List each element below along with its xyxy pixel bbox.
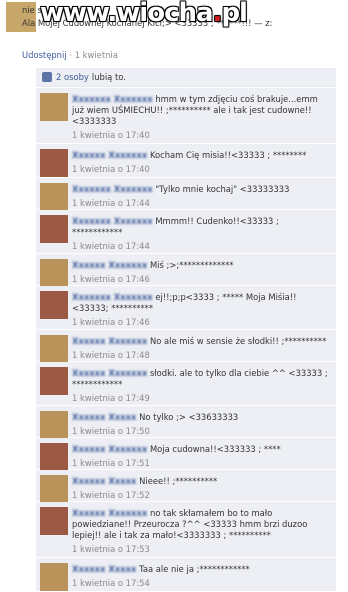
commenter-avatar[interactable] [40,475,68,503]
commenter-avatar[interactable] [40,259,68,287]
comment-item: Xxxxxx Xxxxxxx słodki. ale to tylko dla … [36,362,336,406]
comment-item: Xxxxxx Xxxxx Taa ale nie ja ;***********… [36,558,336,592]
comment-author[interactable]: Xxxxxx Xxxxxxx [72,260,147,270]
likes-suffix: lubią to. [91,72,126,82]
comment-author[interactable]: Xxxxxx Xxxxxxx [72,150,147,160]
comment-time[interactable]: 1 kwietnia o 17:44 [72,241,330,252]
comment-body: Xxxxxx Xxxxxxx słodki. ale to tylko dla … [72,368,330,404]
likes-count-link[interactable]: 2 osoby [56,72,89,82]
commenter-avatar[interactable] [40,335,68,363]
comment-body: Xxxxxx Xxxxxxx Kocham Cię misia!!<33333 … [72,150,330,175]
comment-text: No tylko ;> <33633333 [139,412,239,422]
comment-time[interactable]: 1 kwietnia o 17:51 [72,458,330,469]
commenter-avatar[interactable] [40,507,68,535]
thumbs-up-icon [42,72,52,82]
commenter-avatar[interactable] [40,563,68,591]
comment-body: Xxxxxx Xxxxxxx Moja cudowna!!<333333 ; *… [72,444,330,469]
comment-text: Taa ale nie ja ;************ [139,564,250,574]
comment-text: Nieee!! ;********** [139,476,218,486]
comment-author[interactable]: Xxxxxxx Xxxxxxx [72,292,153,302]
comment-author[interactable]: Xxxxxxx Xxxxxxx [72,216,153,226]
comment-body: Xxxxxxx Xxxxxxx ej!!;p;p<3333 ; ***** Mo… [72,292,330,328]
commenter-avatar[interactable] [40,183,68,211]
comment-time[interactable]: 1 kwietnia o 17:50 [72,426,330,437]
comment-item: Xxxxxxx Xxxxxxx hmm w tym zdjęciu coś br… [36,88,336,144]
post-header: nie st eru loty^^ Ala Mojej Cudownej Koc… [0,0,348,62]
comment-author[interactable]: Xxxxxxx Xxxxxxx [72,184,153,194]
post-date[interactable]: 1 kwietnia [75,50,118,60]
comment-item: Xxxxxx Xxxxxxx Kocham Cię misia!!<33333 … [36,144,336,178]
comment-time[interactable]: 1 kwietnia o 17:46 [72,274,330,285]
comment-time[interactable]: 1 kwietnia o 17:46 [72,317,330,328]
comment-text: "Tylko mnie kochaj" <33333333 [155,184,290,194]
comment-item: Xxxxxx Xxxxxxx Moja cudowna!!<333333 ; *… [36,438,336,471]
watermark-logo: www.wiocha.pl [40,0,248,28]
watermark-left: www.wiocha [40,0,214,28]
comment-author[interactable]: Xxxxxx Xxxxx [72,476,136,486]
comment-item: Xxxxxxx Xxxxxxx "Tylko mnie kochaj" <333… [36,178,336,211]
comment-author[interactable]: Xxxxxx Xxxxxxx [72,508,147,518]
comment-time[interactable]: 1 kwietnia o 17:40 [72,130,330,141]
comment-body: Xxxxxxx Xxxxxxx hmm w tym zdjęciu coś br… [72,94,330,141]
comment-time[interactable]: 1 kwietnia o 17:49 [72,393,330,404]
comment-time[interactable]: 1 kwietnia o 17:40 [72,164,330,175]
comment-text: No ale miś w sensie że słodki!! ;*******… [149,336,327,346]
commenter-avatar[interactable] [40,149,68,177]
comment-time[interactable]: 1 kwietnia o 17:48 [72,350,330,361]
comment-body: Xxxxxx Xxxxx Nieee!! ;********** 1 kwiet… [72,476,330,501]
watermark-right: pl [221,0,248,28]
comment-body: Xxxxxx Xxxxx No tylko ;> <33633333 1 kwi… [72,412,330,437]
comment-body: Xxxxxx Xxxxxxx No ale miś w sensie że sł… [72,336,330,361]
comment-body: Xxxxxx Xxxxxxx no tak skłamałem bo to ma… [72,508,330,555]
comment-author[interactable]: Xxxxxxx Xxxxxxx [72,94,153,104]
comment-text: Moja cudowna!!<333333 ; **** [149,444,281,454]
commenter-avatar[interactable] [40,443,68,471]
commenter-avatar[interactable] [40,367,68,395]
comment-author[interactable]: Xxxxxx Xxxxxxx [72,444,147,454]
comment-author[interactable]: Xxxxxx Xxxxx [72,564,136,574]
likes-bar: 2 osoby lubią to. [36,68,336,87]
comment-time[interactable]: 1 kwietnia o 17:44 [72,198,330,209]
post-footer: Udostępnij · 1 kwietnia [22,50,118,60]
comment-time[interactable]: 1 kwietnia o 17:53 [72,544,330,555]
comment-body: Xxxxxxx Xxxxxxx "Tylko mnie kochaj" <333… [72,184,330,209]
comment-body: Xxxxxxx Xxxxxxx Mmmm!! Cudenko!!<33333 ;… [72,216,330,252]
comment-item: Xxxxxx Xxxxx No tylko ;> <33633333 1 kwi… [36,406,336,439]
comment-time[interactable]: 1 kwietnia o 17:52 [72,490,330,501]
comment-item: Xxxxxx Xxxxxxx Miś ;>;************* 1 kw… [36,254,336,287]
commenter-avatar[interactable] [40,291,68,319]
commenter-avatar[interactable] [40,411,68,439]
comment-item: Xxxxxxx Xxxxxxx ej!!;p;p<3333 ; ***** Mo… [36,286,336,330]
comment-text: Kocham Cię misia!!<33333 ; ******** [149,150,307,160]
comment-author[interactable]: Xxxxxx Xxxxx [72,412,136,422]
share-link[interactable]: Udostępnij [22,50,67,60]
comment-item: Xxxxxx Xxxxxxx no tak skłamałem bo to ma… [36,502,336,558]
comment-body: Xxxxxx Xxxxxxx Miś ;>;************* 1 kw… [72,260,330,285]
comment-author[interactable]: Xxxxxx Xxxxxxx [72,368,147,378]
comment-item: Xxxxxx Xxxxxxx No ale miś w sensie że sł… [36,330,336,363]
commenter-avatar[interactable] [40,215,68,243]
comment-text: Miś ;>;************* [149,260,234,270]
comment-author[interactable]: Xxxxxx Xxxxxxx [72,336,147,346]
comment-item: Xxxxxx Xxxxx Nieee!! ;********** 1 kwiet… [36,470,336,503]
comment-time[interactable]: 1 kwietnia o 17:54 [72,578,330,589]
comment-body: Xxxxxx Xxxxx Taa ale nie ja ;***********… [72,564,330,589]
commenter-avatar[interactable] [40,93,68,121]
comment-item: Xxxxxxx Xxxxxxx Mmmm!! Cudenko!!<33333 ;… [36,210,336,254]
